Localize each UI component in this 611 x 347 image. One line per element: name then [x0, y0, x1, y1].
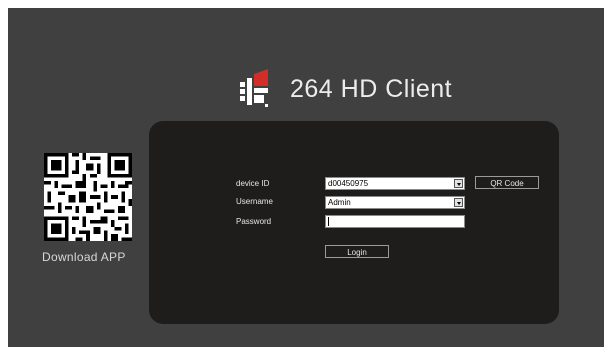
- username-label: Username: [236, 197, 273, 206]
- app-title: 264 HD Client: [290, 75, 453, 103]
- text-caret: [328, 217, 329, 226]
- dropdown-arrow-icon[interactable]: [454, 198, 463, 207]
- username-value: Admin: [328, 198, 351, 207]
- dropdown-arrow-icon[interactable]: [454, 179, 463, 188]
- password-label: Password: [236, 217, 272, 226]
- logo-icon: [240, 69, 268, 107]
- main-screen: 264 HD Client Download APP device ID d00…: [8, 8, 604, 347]
- device-id-label: device ID: [236, 179, 270, 188]
- device-id-select[interactable]: d00450975: [325, 177, 465, 190]
- login-button[interactable]: Login: [325, 245, 389, 258]
- device-id-value: d00450975: [328, 179, 369, 188]
- password-field[interactable]: [325, 215, 465, 228]
- login-panel: device ID d00450975 QR Code Username Adm…: [149, 121, 559, 324]
- qr-code-icon: [44, 153, 132, 241]
- qr-code-button[interactable]: QR Code: [475, 176, 539, 189]
- download-app-label: Download APP: [42, 250, 126, 264]
- username-select[interactable]: Admin: [325, 196, 465, 209]
